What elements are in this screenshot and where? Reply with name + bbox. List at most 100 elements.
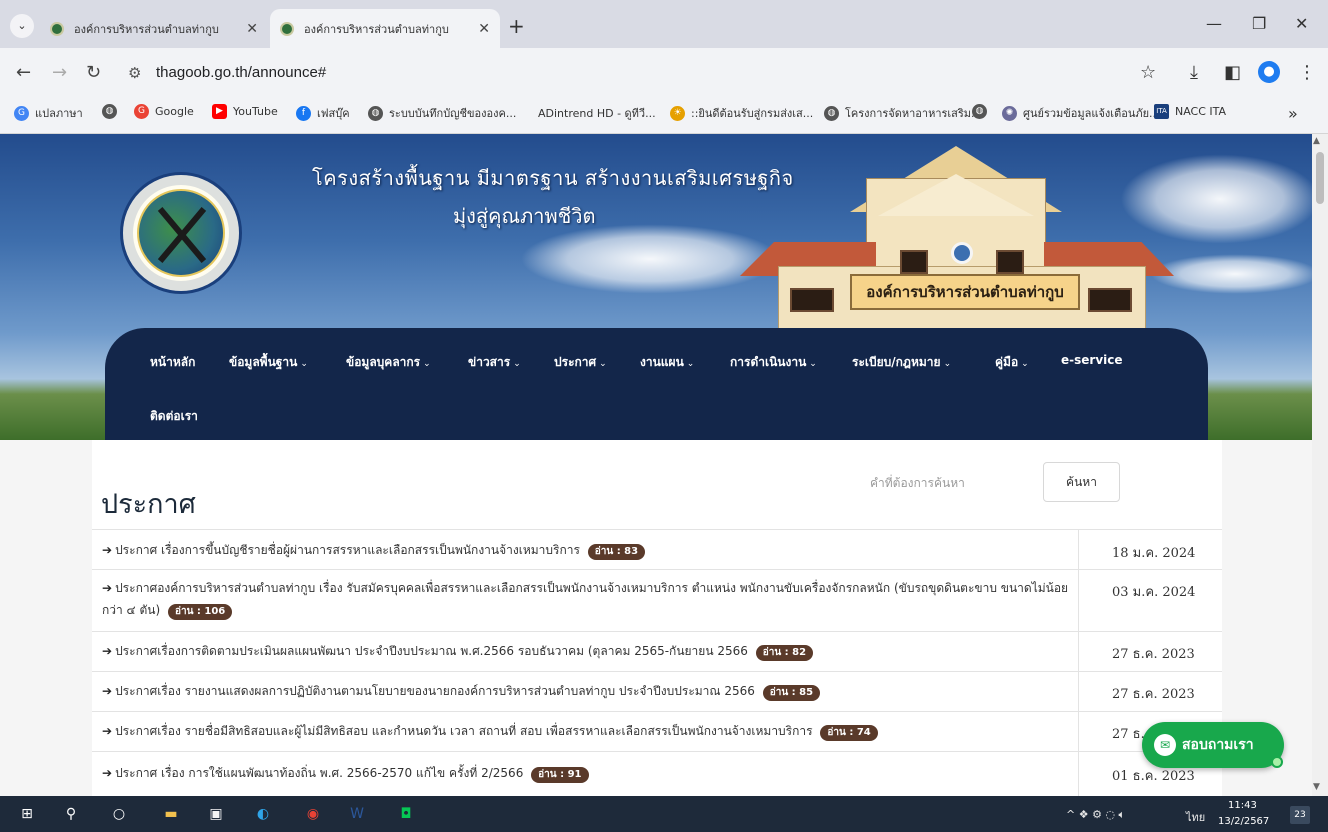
bookmark-alert-center[interactable]: ✺ ศูนย์รวมข้อมูลแจ้งเตือนภัย... (1002, 104, 1160, 122)
cloud-decoration (1150, 254, 1312, 294)
bookmark-translate[interactable]: G แปลภาษา (14, 104, 83, 122)
arrow-right-icon: ➔ (102, 724, 113, 738)
nav-e-service[interactable]: e-service (1061, 353, 1123, 367)
announcement-title[interactable]: ➔ ประกาศเรื่อง รายงานแสดงผลการปฏิบัติงานต… (102, 680, 1072, 702)
bookmark-food-project[interactable]: ◍ โครงการจัดหาอาหารเสริม... (824, 104, 982, 122)
tab-2[interactable]: องค์การบริหารส่วนตำบลท่ากูบ ✕ (270, 9, 500, 48)
nav-plans[interactable]: งานแผน ⌄ (640, 353, 694, 372)
announcement-title[interactable]: ➔ ประกาศเรื่อง รายชื่อมีสิทธิสอบและผู้ไม่… (102, 720, 1072, 742)
windows-start-icon[interactable]: ⊞ (16, 804, 38, 824)
site-favicon-icon (280, 21, 294, 36)
notification-center-icon[interactable]: 23 (1290, 806, 1310, 824)
column-divider (1078, 671, 1079, 711)
bookmark-google[interactable]: G Google (134, 104, 194, 119)
nav-personnel[interactable]: ข้อมูลบุคลากร ⌄ (346, 353, 431, 372)
side-panel-icon[interactable]: ◧ (1224, 62, 1241, 84)
file-explorer-icon[interactable]: ▬ (160, 804, 182, 824)
globe-icon: ◍ (972, 104, 987, 119)
close-icon[interactable]: ✕ (246, 21, 258, 37)
view-count-badge: อ่าน : 91 (531, 767, 589, 783)
cloud-decoration (520, 224, 780, 294)
tab-1[interactable]: องค์การบริหารส่วนตำบลท่ากูบ ✕ (40, 9, 268, 48)
online-status-dot (1271, 756, 1283, 768)
building-window (790, 288, 834, 312)
store-icon[interactable]: ▣ (205, 804, 227, 824)
profile-avatar[interactable]: ● (1258, 61, 1280, 83)
search-input[interactable] (856, 464, 1042, 502)
bookmark-star-icon[interactable]: ☆ (1140, 62, 1156, 84)
globe-icon: ◍ (368, 105, 383, 121)
nav-home[interactable]: หน้าหลัก (150, 353, 195, 372)
scroll-down-icon[interactable]: ▼ (1313, 782, 1320, 792)
new-tab-button[interactable]: + (508, 16, 525, 36)
language-indicator[interactable]: ไทย (1186, 808, 1205, 826)
page-scrollbar[interactable] (1312, 134, 1328, 796)
scrollbar-thumb[interactable] (1316, 152, 1324, 204)
youtube-icon: ▶ (212, 104, 227, 119)
url-text[interactable]: thagoob.go.th/announce# (156, 64, 326, 81)
scroll-up-icon[interactable]: ▲ (1313, 136, 1320, 146)
chat-button[interactable]: ✉ สอบถามเรา (1142, 722, 1284, 768)
tray-icons[interactable]: ^ ❖ ⚙ ◌ 🔈︎ (1066, 808, 1125, 822)
bookmark-nacc-ita[interactable]: ITA NACC ITA (1154, 104, 1226, 119)
bookmark-accounting[interactable]: ◍ ระบบบันทึกบัญชีขององค... (368, 104, 516, 122)
nav-regulations[interactable]: ระเบียบ/กฎหมาย ⌄ (852, 353, 951, 372)
bookmark-adintrend[interactable]: ADintrend HD - ดูทีวี... (538, 104, 656, 122)
chat-label: สอบถามเรา (1182, 737, 1254, 753)
announcement-date: 01 ธ.ค. 2023 (1112, 769, 1195, 784)
nacc-icon: ITA (1154, 104, 1169, 119)
announcement-title[interactable]: ➔ ประกาศ เรื่อง การใช้แผนพัฒนาท้องถิ่น พ.… (102, 762, 1072, 784)
chevron-down-icon: ⌄ (809, 359, 817, 369)
hero-subtitle: มุ่งสู่คุณภาพชีวิต (453, 204, 596, 228)
bookmark-facebook[interactable]: f เฟสบุ๊ค (296, 104, 350, 122)
tab-label: องค์การบริหารส่วนตำบลท่ากูบ (304, 22, 449, 36)
line-icon[interactable]: ◘ (395, 804, 417, 824)
edge-icon[interactable]: ◐ (252, 804, 274, 824)
bookmarks-overflow-icon[interactable]: » (1288, 104, 1298, 123)
back-icon[interactable]: ← (16, 62, 31, 84)
announcement-date: 27 ธ. (1112, 727, 1145, 742)
cortana-icon[interactable]: ○ (108, 804, 130, 824)
nav-manual[interactable]: คู่มือ ⌄ (995, 353, 1029, 372)
logo-emblem (137, 189, 225, 277)
hero-banner: โครงสร้างพื้นฐาน มีมาตรฐาน สร้างงานเสริม… (0, 134, 1312, 440)
search-button[interactable]: ค้นหา (1043, 462, 1120, 502)
clock-date[interactable]: 13/2/2567 (1218, 816, 1269, 827)
chrome-icon[interactable]: ◉ (302, 804, 324, 824)
announcement-title[interactable]: ➔ ประกาศ เรื่องการขึ้นบัญชีรายชื่อผู้ผ่าน… (102, 539, 1072, 561)
messenger-icon: ✉ (1154, 734, 1176, 756)
tab-search-button[interactable]: ⌄ (10, 14, 34, 38)
emblem-icon: ✺ (1002, 105, 1017, 121)
tab-label: องค์การบริหารส่วนตำบลท่ากูบ (74, 22, 219, 36)
nav-contact[interactable]: ติดต่อเรา (150, 407, 198, 426)
bookmark-globe-2[interactable]: ◍ (972, 104, 993, 119)
reload-icon[interactable]: ↻ (86, 62, 101, 84)
organization-logo[interactable] (120, 172, 242, 294)
bookmark-welcome[interactable]: ☀::ยินดีต้อนรับสู่กรมส่งเส... (670, 104, 813, 122)
bookmark-youtube[interactable]: ▶ YouTube (212, 104, 278, 119)
view-count-badge: อ่าน : 74 (820, 725, 878, 741)
announcement-title[interactable]: ➔ ประกาศองค์การบริหารส่วนตำบลท่ากูบ เรื่อ… (102, 577, 1072, 621)
nav-basic-info[interactable]: ข้อมูลพื้นฐาน ⌄ (229, 353, 308, 372)
menu-kebab-icon[interactable]: ⋮ (1298, 62, 1316, 84)
forward-icon[interactable]: → (52, 62, 67, 84)
restore-button[interactable]: ❐ (1252, 14, 1266, 33)
download-icon[interactable]: ⤓ (1190, 62, 1198, 84)
column-divider (1078, 569, 1079, 631)
close-icon[interactable]: ✕ (478, 21, 490, 37)
sun-icon: ☀ (670, 105, 685, 121)
clock-time[interactable]: 11:43 (1228, 800, 1257, 811)
globe-icon: ◍ (102, 104, 117, 119)
nav-news[interactable]: ข่าวสาร ⌄ (468, 353, 521, 372)
search-icon[interactable]: ⚲ (60, 804, 82, 824)
nav-announcements[interactable]: ประกาศ ⌄ (554, 353, 607, 372)
announcement-date: 27 ธ.ค. 2023 (1112, 687, 1195, 702)
close-window-button[interactable]: ✕ (1295, 14, 1308, 33)
chevron-down-icon: ⌄ (1021, 359, 1029, 369)
bookmark-globe[interactable]: ◍ (102, 104, 123, 119)
nav-operations[interactable]: การดำเนินงาน ⌄ (730, 353, 817, 372)
word-icon[interactable]: W (346, 804, 368, 824)
announcement-title[interactable]: ➔ ประกาศเรื่องการติดตามประเมินผลแผนพัฒนา … (102, 640, 1072, 662)
site-info-icon[interactable]: ⚙ (128, 64, 141, 82)
minimize-button[interactable]: — (1206, 14, 1222, 33)
